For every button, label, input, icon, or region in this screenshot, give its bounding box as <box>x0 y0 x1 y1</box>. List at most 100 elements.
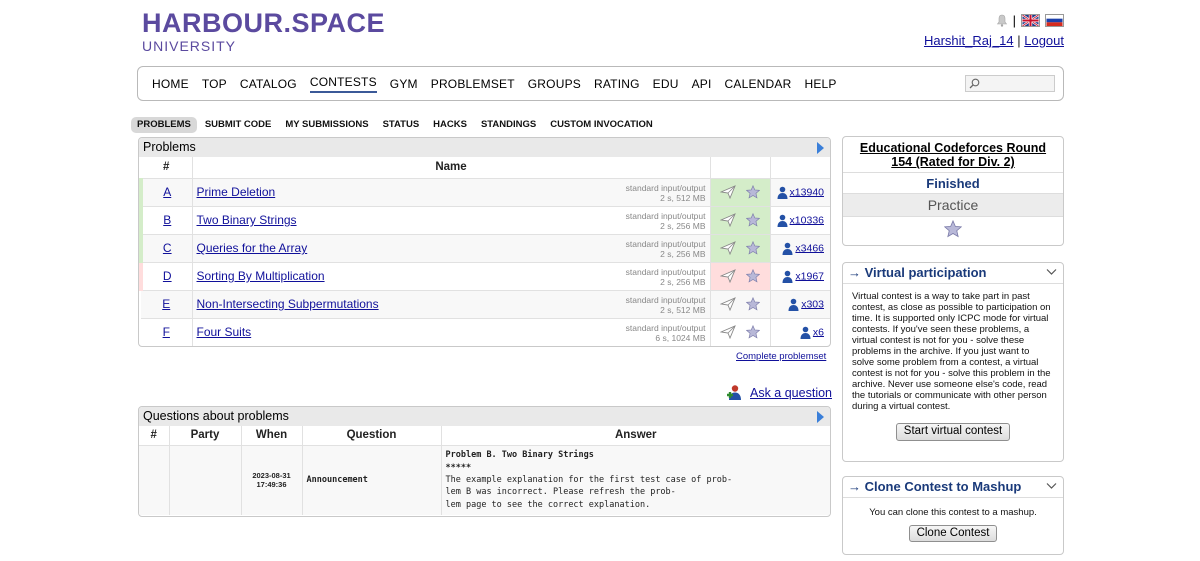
user-icon <box>782 242 793 255</box>
problem-name-link[interactable]: Sorting By Multiplication <box>197 269 325 283</box>
contest-name-link[interactable]: Educational Codeforces Round 154 (Rated … <box>860 141 1046 169</box>
star-icon[interactable] <box>943 219 963 238</box>
problem-index-cell: B <box>139 206 193 235</box>
problem-solved-count: x6 <box>770 318 830 346</box>
problem-name-cell: Non-Intersecting Subpermutations standard… <box>192 290 711 319</box>
ask-question[interactable]: Ask a question <box>726 384 832 402</box>
star-icon[interactable] <box>746 241 760 255</box>
problem-name-link[interactable]: Two Binary Strings <box>197 213 297 227</box>
problem-index-link[interactable]: C <box>163 241 172 255</box>
user-icon <box>777 214 788 227</box>
nav-catalog[interactable]: CATALOG <box>240 77 297 91</box>
solved-count-link[interactable]: x6 <box>813 326 824 338</box>
problem-limits: standard input/output 6 s, 1024 MB <box>626 323 706 344</box>
star-icon[interactable] <box>746 269 760 283</box>
solved-count-link[interactable]: x1967 <box>795 270 824 282</box>
problem-time-memory: 6 s, 1024 MB <box>655 333 706 344</box>
nav-gym[interactable]: GYM <box>390 77 418 91</box>
virtual-participation-title[interactable]: → Virtual participation <box>843 263 1063 284</box>
logo-main-text: HARBOUR.SPACE <box>142 8 386 38</box>
submenu-submit-code[interactable]: SUBMIT CODE <box>199 117 278 133</box>
problem-index-link[interactable]: A <box>163 185 171 199</box>
problem-io: standard input/output <box>625 182 706 193</box>
clone-contest-title[interactable]: → Clone Contest to Mashup <box>843 477 1063 498</box>
solved-count-link[interactable]: x303 <box>801 298 824 310</box>
submit-icon[interactable] <box>720 213 736 228</box>
solved-count-link[interactable]: x10336 <box>790 214 824 226</box>
complete-problemset-link[interactable]: Complete problemset <box>736 351 826 362</box>
star-icon[interactable] <box>746 213 760 227</box>
star-icon[interactable] <box>746 325 760 339</box>
problem-actions <box>710 262 771 291</box>
problem-time-memory: 2 s, 512 MB <box>660 193 706 204</box>
problem-name-link[interactable]: Prime Deletion <box>197 185 276 199</box>
problem-actions <box>710 290 771 319</box>
problem-time-memory: 2 s, 256 MB <box>660 277 706 288</box>
russia-flag-icon[interactable] <box>1045 14 1064 27</box>
problem-name-link[interactable]: Non-Intersecting Subpermutations <box>197 297 379 311</box>
contest-name: Educational Codeforces Round 154 (Rated … <box>843 137 1063 172</box>
submenu-my-submissions[interactable]: MY SUBMISSIONS <box>279 117 374 133</box>
nav-top[interactable]: TOP <box>202 77 227 91</box>
bell-icon[interactable] <box>996 14 1008 27</box>
answer-line: lem page to see the correct explanation. <box>445 499 651 510</box>
logout-link[interactable]: Logout <box>1024 33 1064 48</box>
contest-phase: Practice <box>843 192 1063 216</box>
submit-icon[interactable] <box>720 185 736 200</box>
problem-name-cell: Two Binary Strings standard input/output 2… <box>192 206 711 235</box>
contest-favourite[interactable] <box>843 215 1063 244</box>
star-icon[interactable] <box>746 185 760 199</box>
col-name: Name <box>192 157 711 179</box>
ask-question-link[interactable]: Ask a question <box>750 386 832 400</box>
problem-actions <box>710 318 771 346</box>
problem-index-link[interactable]: E <box>162 297 170 311</box>
chevron-down-icon[interactable] <box>1046 268 1057 276</box>
problem-name-link[interactable]: Queries for the Array <box>197 241 308 255</box>
start-virtual-contest-button[interactable]: Start virtual contest <box>895 423 1011 441</box>
nav-problemset[interactable]: PROBLEMSET <box>431 77 515 91</box>
problem-actions <box>710 234 771 263</box>
expand-arrow-icon[interactable] <box>817 142 824 154</box>
problem-name-cell: Prime Deletion standard input/output 2 s, … <box>192 178 711 207</box>
nav-rating[interactable]: RATING <box>594 77 640 91</box>
clone-contest-button[interactable]: Clone Contest <box>908 525 998 543</box>
main-nav: HOME TOP CATALOG CONTESTS GYM PROBLEMSET… <box>137 66 1064 101</box>
nav-home[interactable]: HOME <box>152 77 189 91</box>
uk-flag-icon[interactable] <box>1021 14 1040 27</box>
problem-index-link[interactable]: D <box>163 269 172 283</box>
solved-count-link[interactable]: x3466 <box>795 242 824 254</box>
problem-time-memory: 2 s, 512 MB <box>660 305 706 316</box>
search-input[interactable] <box>965 75 1055 92</box>
submit-icon[interactable] <box>720 241 736 256</box>
star-icon[interactable] <box>746 297 760 311</box>
question-date: 2023-08-31 <box>252 471 291 481</box>
nav-calendar[interactable]: CALENDAR <box>725 77 792 91</box>
problems-table: # Name A Prime Deletion standard input/out… <box>139 157 830 346</box>
submenu-standings[interactable]: STANDINGS <box>475 117 542 133</box>
user-links: Harshit_Raj_14 | Logout <box>924 33 1064 48</box>
submenu-problems[interactable]: PROBLEMS <box>131 117 197 133</box>
site-logo[interactable]: HARBOUR.SPACE UNIVERSITY <box>142 8 386 54</box>
problem-index-link[interactable]: B <box>163 213 171 227</box>
nav-edu[interactable]: EDU <box>653 77 679 91</box>
problem-actions <box>710 178 771 207</box>
chevron-down-icon[interactable] <box>1046 482 1057 490</box>
submenu-status[interactable]: STATUS <box>377 117 426 133</box>
expand-arrow-icon[interactable] <box>817 411 824 423</box>
submenu-hacks[interactable]: HACKS <box>427 117 473 133</box>
nav-groups[interactable]: GROUPS <box>528 77 581 91</box>
solved-count-link[interactable]: x13940 <box>790 186 824 198</box>
submenu-custom-invocation[interactable]: CUSTOM INVOCATION <box>544 117 659 133</box>
nav-contests[interactable]: CONTESTS <box>309 75 377 93</box>
problem-name-cell: Queries for the Array standard input/outp… <box>192 234 711 263</box>
problem-io: standard input/output <box>625 322 706 333</box>
profile-link[interactable]: Harshit_Raj_14 <box>924 33 1014 48</box>
problem-name-link[interactable]: Four Suits <box>197 325 252 339</box>
submit-icon[interactable] <box>720 297 736 312</box>
problem-index-link[interactable]: F <box>163 325 170 339</box>
problem-io: standard input/output <box>625 238 706 249</box>
submit-icon[interactable] <box>720 325 736 340</box>
nav-help[interactable]: HELP <box>804 77 836 91</box>
nav-api[interactable]: API <box>692 77 712 91</box>
submit-icon[interactable] <box>720 269 736 284</box>
